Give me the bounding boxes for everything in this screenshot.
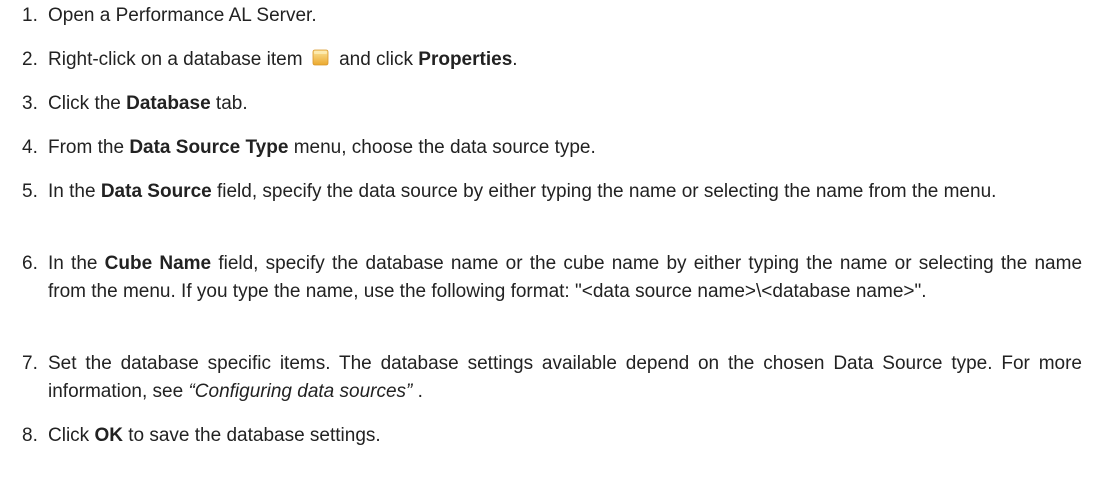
step-text-segment: and click bbox=[339, 49, 413, 70]
step-text: In the Data Source field, specify the da… bbox=[48, 178, 1082, 206]
step-text-segment: . bbox=[417, 381, 423, 402]
step-number: 4. bbox=[22, 137, 38, 158]
document-page: { "steps": [ { "num": "1.", "text": "Ope… bbox=[0, 0, 1099, 490]
step-text-segment: Click bbox=[48, 425, 90, 446]
step-text-segment: to save the database settings. bbox=[128, 425, 381, 446]
step-text-segment: menu, choose the data source type. bbox=[293, 137, 596, 158]
step-number: 7. bbox=[22, 353, 38, 374]
database-item-icon bbox=[310, 47, 330, 66]
step-text-segment: From the bbox=[48, 137, 125, 158]
step-text: Set the database specific items. The dat… bbox=[48, 350, 1082, 406]
step-text-segment: . bbox=[512, 49, 518, 70]
step-text: From the Data Source Type menu, choose t… bbox=[48, 134, 1082, 162]
ui-term-data-source: Data Source bbox=[100, 181, 212, 202]
cross-reference-link[interactable]: “Configuring data sources” bbox=[188, 381, 412, 402]
step-text: Open a Performance AL Server. bbox=[48, 2, 1082, 30]
step-number: 8. bbox=[22, 425, 38, 446]
step-text-segment: Right-click on a database item bbox=[48, 49, 303, 70]
ui-term-database: Database bbox=[126, 93, 211, 114]
ui-term-ok: OK bbox=[94, 425, 123, 446]
step-text-segment: tab. bbox=[215, 93, 248, 114]
step-text-segment: field, specify the data source by either… bbox=[216, 181, 997, 202]
step-text-segment: Click the bbox=[48, 93, 121, 114]
step-number: 1. bbox=[22, 5, 38, 26]
step-text-segment: In the bbox=[48, 253, 98, 274]
step-number: 6. bbox=[22, 253, 38, 274]
step-number: 3. bbox=[22, 93, 38, 114]
step-text: In the Cube Name field, specify the data… bbox=[48, 250, 1082, 306]
ui-term-cube-name: Cube Name bbox=[104, 253, 212, 274]
ui-term-data-source-type: Data Source Type bbox=[129, 137, 289, 158]
step-text: Click OK to save the database settings. bbox=[48, 422, 1082, 450]
step-text-segment: In the bbox=[48, 181, 96, 202]
step-number: 5. bbox=[22, 181, 38, 202]
step-number: 2. bbox=[22, 49, 38, 70]
step-text: Right-click on a database item and click… bbox=[48, 46, 1082, 74]
step-text: Click the Database tab. bbox=[48, 90, 1082, 118]
ui-term-properties: Properties bbox=[418, 49, 513, 70]
step-text-segment: Open a Performance AL Server. bbox=[48, 5, 317, 26]
